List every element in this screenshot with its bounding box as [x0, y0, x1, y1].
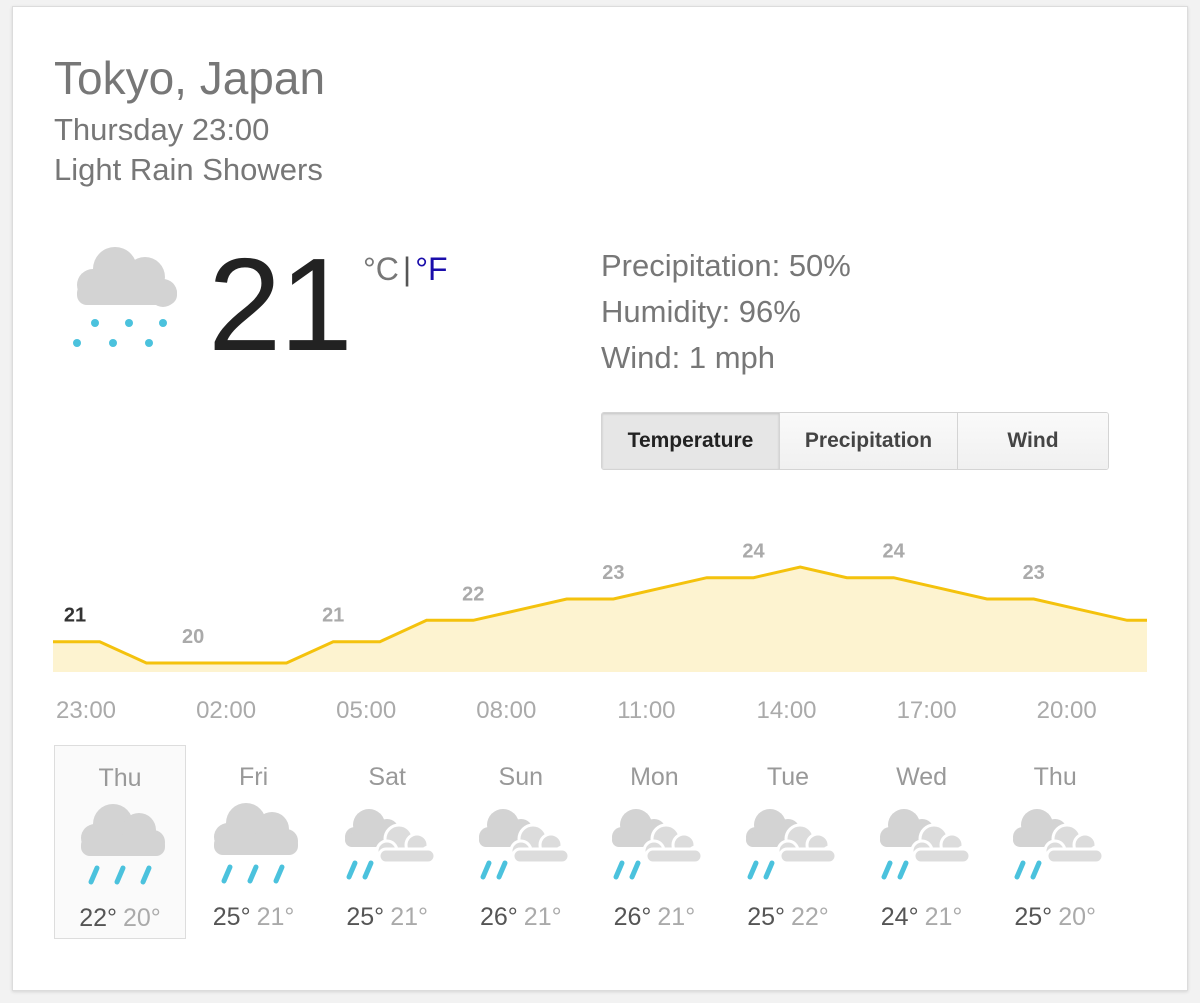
tab-precipitation[interactable]: Precipitation [780, 413, 958, 469]
hour-tick-label: 08:00 [476, 697, 537, 724]
forecast-high: 25° [1014, 903, 1053, 931]
forecast-temps: 26° 21° [455, 903, 587, 932]
unit-separator: | [402, 251, 412, 287]
forecast-low: 21° [657, 903, 696, 931]
temperature-value-label: 20 [182, 626, 204, 648]
forecast-temps: 25° 21° [321, 903, 453, 932]
hour-tick-label: 14:00 [756, 697, 817, 724]
forecast-day-name: Wed [896, 763, 948, 791]
cloudy-showers-icon [746, 809, 840, 880]
forecast-high: 25° [747, 903, 785, 931]
forecast-day-name: Sat [368, 763, 406, 791]
forecast-low: 21° [523, 903, 562, 931]
hour-tick-label: 11:00 [617, 697, 676, 724]
current-temperature: 21 [208, 231, 353, 378]
wind-value: Wind: 1 mph [601, 340, 776, 375]
forecast-low: 21° [256, 903, 295, 931]
temperature-value-label: 23 [602, 562, 624, 584]
forecast-temps: 25° 22° [722, 903, 854, 932]
unit-fahrenheit-link[interactable]: °F [415, 251, 447, 287]
daily-forecast: Thu 22° 20° Fri 25° 21° Sat 25° 21° Sun 26° 21° Mon 2… [54, 745, 1148, 941]
forecast-day-name: Mon [630, 763, 679, 791]
forecast-day-name: Tue [766, 763, 810, 791]
forecast-low: 22° [791, 903, 829, 931]
hour-tick-label: 17:00 [896, 697, 957, 724]
forecast-temps: 25° 20° [989, 903, 1121, 932]
temperature-chart: 21 20 21 22 23 24 24 23 [53, 541, 1147, 672]
current-condition: Light Rain Showers [54, 152, 323, 187]
forecast-day-name: Thu [98, 764, 142, 792]
forecast-day-fri[interactable]: Fri 25° 21° [188, 745, 320, 939]
forecast-day-mon[interactable]: Mon 26° 21° [588, 745, 720, 939]
forecast-low: 20° [123, 904, 161, 932]
forecast-high: 26° [479, 903, 518, 931]
cloudy-showers-icon [612, 809, 706, 880]
precipitation-value: Precipitation: 50% [601, 248, 851, 283]
temperature-value-label: 21 [64, 605, 86, 627]
rain-cloud-icon [73, 247, 177, 347]
temperature-value-label: 22 [462, 583, 484, 605]
weather-card: Tokyo, Japan Thursday 23:00 Light Rain S… [12, 6, 1188, 991]
temperature-value-label: 21 [322, 605, 344, 627]
rain-icon [213, 803, 298, 884]
hour-tick-label: 02:00 [196, 697, 257, 724]
forecast-high: 25° [346, 903, 385, 931]
unit-toggle: °C | °F [363, 250, 448, 288]
forecast-day-sat[interactable]: Sat 25° 21° [321, 745, 453, 939]
forecast-high: 26° [613, 903, 652, 931]
forecast-day-tue[interactable]: Tue 25° 22° [722, 745, 854, 939]
unit-celsius: °C [363, 251, 399, 287]
tab-temperature[interactable]: Temperature [602, 413, 780, 469]
cloudy-showers-icon [478, 809, 573, 880]
forecast-day-thu[interactable]: Thu 22° 20° [54, 745, 186, 939]
temperature-value-label: 24 [882, 541, 905, 563]
forecast-temps: 25° 21° [188, 903, 320, 932]
hour-tick-label: 05:00 [336, 697, 397, 724]
temperature-value-label: 23 [1023, 562, 1045, 584]
cloudy-showers-icon [345, 809, 439, 880]
chart-tabs: Temperature Precipitation Wind [601, 412, 1109, 470]
forecast-day-thu[interactable]: Thu 25° 20° [989, 745, 1121, 939]
weather-details: Precipitation: 50% Humidity: 96% Wind: 1… [601, 243, 851, 381]
humidity-value: Humidity: 96% [601, 294, 801, 329]
cloudy-showers-icon [879, 809, 974, 880]
hour-tick-label: 20:00 [1036, 697, 1097, 724]
tab-wind[interactable]: Wind [958, 413, 1108, 469]
forecast-temps: 24° 21° [856, 903, 988, 932]
forecast-low: 21° [390, 903, 428, 931]
forecast-low: 20° [1058, 903, 1096, 931]
forecast-day-sun[interactable]: Sun 26° 21° [455, 745, 587, 939]
location-title: Tokyo, Japan [54, 52, 326, 104]
forecast-high: 22° [79, 904, 117, 932]
forecast-temps: 22° 20° [55, 904, 185, 933]
forecast-day-name: Fri [239, 763, 269, 791]
temperature-area [53, 567, 1147, 672]
current-datetime: Thursday 23:00 [54, 112, 270, 147]
forecast-day-wed[interactable]: Wed 24° 21° [856, 745, 988, 939]
temperature-value-label: 24 [742, 541, 765, 563]
forecast-high: 25° [212, 903, 251, 931]
rain-icon [81, 804, 165, 885]
cloudy-showers-icon [1013, 809, 1107, 880]
hour-tick-label: 23:00 [55, 697, 117, 724]
forecast-high: 24° [880, 903, 919, 931]
hour-axis: 23:00 02:00 05:00 08:00 11:00 14:00 17:00 20:00 [13, 697, 1189, 733]
forecast-day-name: Sun [498, 763, 544, 791]
forecast-low: 21° [924, 903, 963, 931]
forecast-temps: 26° 21° [588, 903, 720, 932]
forecast-day-name: Thu [1033, 763, 1077, 791]
